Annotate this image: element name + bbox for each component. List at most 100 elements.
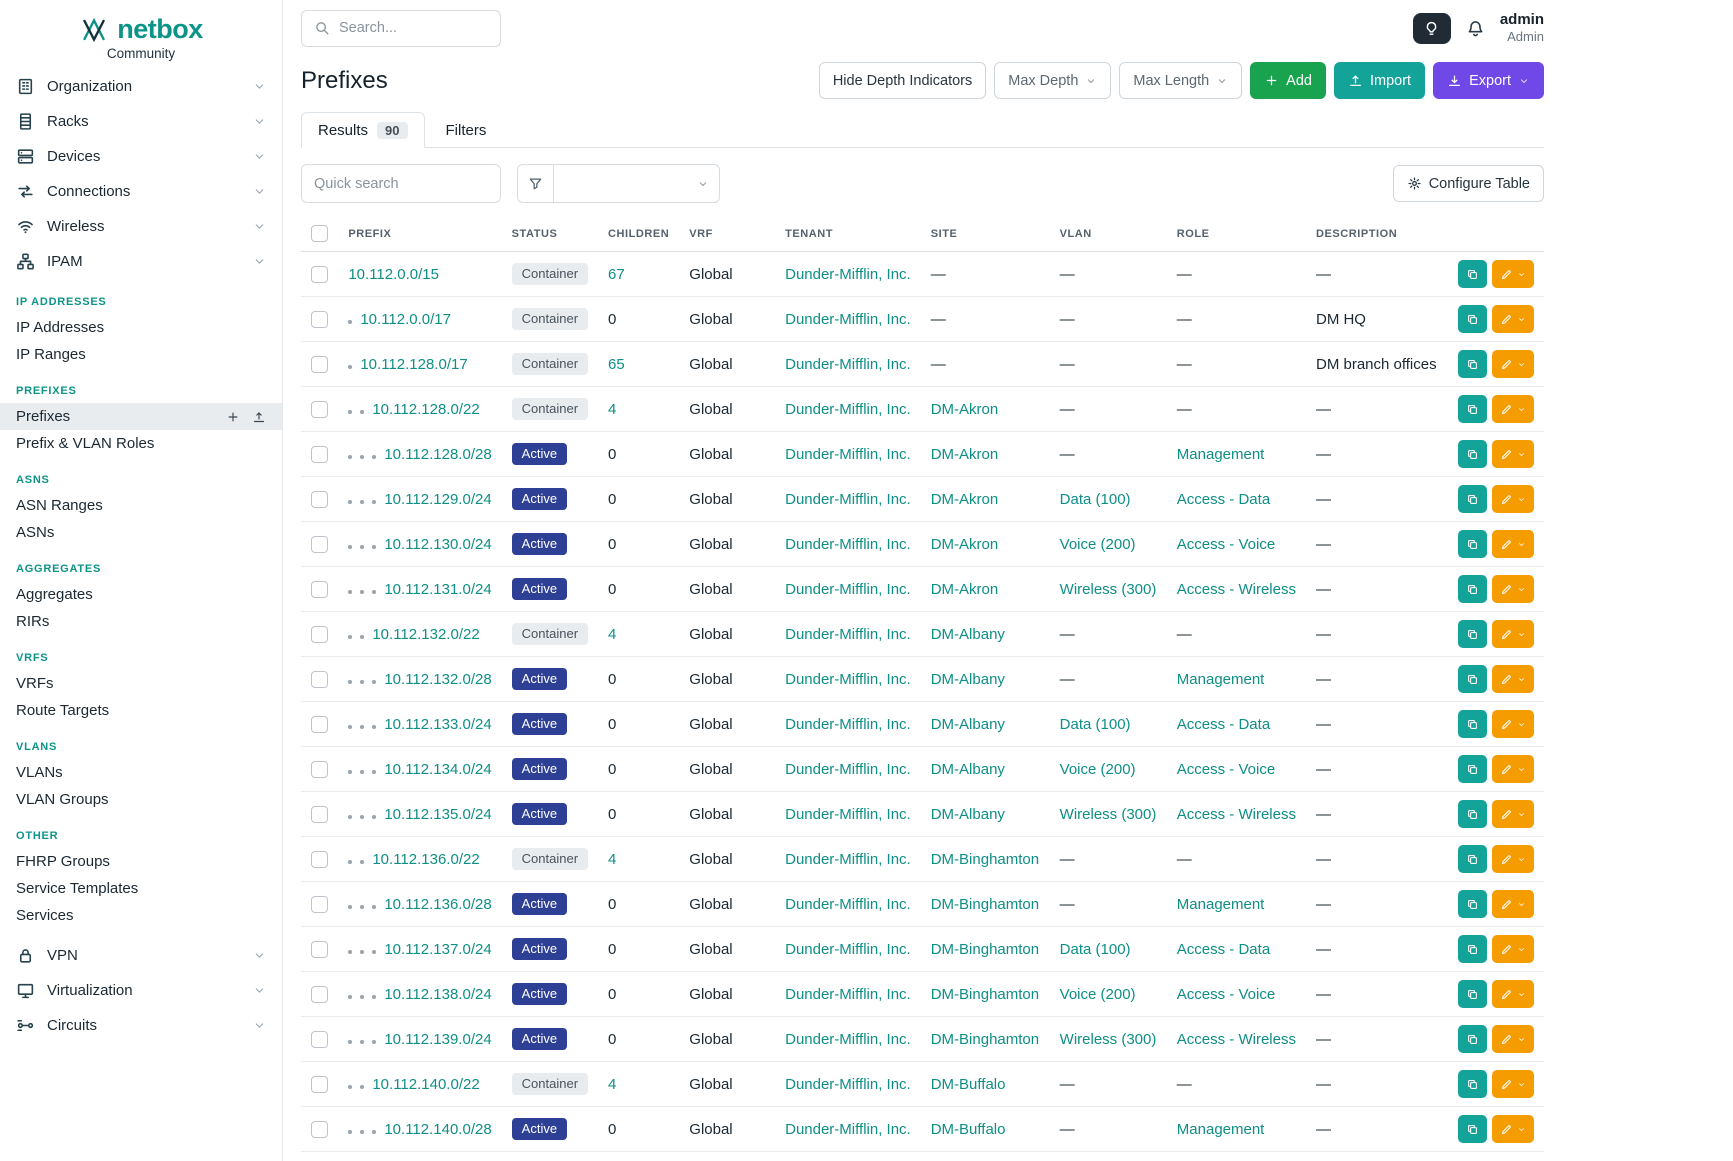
site-link[interactable]: DM-Akron: [931, 401, 999, 418]
prefix-link[interactable]: 10.112.137.0/24: [384, 941, 491, 958]
row-checkbox[interactable]: [311, 986, 328, 1003]
saved-filter-select[interactable]: [554, 164, 720, 203]
column-header-status[interactable]: STATUS: [502, 216, 598, 252]
role-link[interactable]: Access - Voice: [1177, 986, 1275, 1003]
notifications-button[interactable]: [1466, 19, 1485, 38]
role-link[interactable]: Management: [1177, 1121, 1265, 1138]
column-header-prefix[interactable]: PREFIX: [338, 216, 501, 252]
edit-button[interactable]: [1492, 845, 1534, 873]
copy-button[interactable]: [1458, 845, 1487, 873]
edit-button[interactable]: [1492, 260, 1534, 288]
vlan-link[interactable]: Data (100): [1060, 716, 1131, 733]
copy-button[interactable]: [1458, 980, 1487, 1008]
tenant-link[interactable]: Dunder-Mifflin, Inc.: [785, 761, 911, 778]
theme-toggle-button[interactable]: [1413, 13, 1451, 44]
prefix-link[interactable]: 10.112.128.0/22: [372, 401, 479, 418]
prefix-link[interactable]: 10.112.136.0/22: [372, 851, 479, 868]
sidebar-item-circuits[interactable]: Circuits: [0, 1008, 282, 1043]
sidebar-item-ip-ranges[interactable]: IP Ranges: [0, 341, 282, 368]
user-menu[interactable]: admin Admin: [1500, 11, 1544, 46]
prefix-link[interactable]: 10.112.136.0/28: [384, 896, 491, 913]
copy-button[interactable]: [1458, 440, 1487, 468]
column-header-site[interactable]: SITE: [921, 216, 1050, 252]
row-checkbox[interactable]: [311, 761, 328, 778]
role-link[interactable]: Access - Data: [1177, 716, 1270, 733]
site-link[interactable]: DM-Binghamton: [931, 941, 1039, 958]
copy-button[interactable]: [1458, 1025, 1487, 1053]
edit-button[interactable]: [1492, 755, 1534, 783]
row-checkbox[interactable]: [311, 1076, 328, 1093]
prefix-link[interactable]: 10.112.130.0/24: [384, 536, 491, 553]
row-checkbox[interactable]: [311, 851, 328, 868]
tenant-link[interactable]: Dunder-Mifflin, Inc.: [785, 1031, 911, 1048]
tenant-link[interactable]: Dunder-Mifflin, Inc.: [785, 986, 911, 1003]
row-checkbox[interactable]: [311, 311, 328, 328]
column-header-role[interactable]: ROLE: [1167, 216, 1306, 252]
tenant-link[interactable]: Dunder-Mifflin, Inc.: [785, 1121, 911, 1138]
edit-button[interactable]: [1492, 485, 1534, 513]
tab-results[interactable]: Results 90: [301, 112, 425, 148]
edit-button[interactable]: [1492, 665, 1534, 693]
vlan-link[interactable]: Wireless (300): [1060, 581, 1157, 598]
sidebar-item-ipam[interactable]: IPAM: [0, 244, 282, 279]
role-link[interactable]: Management: [1177, 671, 1265, 688]
role-link[interactable]: Access - Wireless: [1177, 806, 1296, 823]
tenant-link[interactable]: Dunder-Mifflin, Inc.: [785, 716, 911, 733]
column-header-vlan[interactable]: VLAN: [1050, 216, 1167, 252]
sidebar-item-asn-ranges[interactable]: ASN Ranges: [0, 492, 282, 519]
copy-button[interactable]: [1458, 350, 1487, 378]
children-link[interactable]: 65: [608, 356, 625, 373]
children-link[interactable]: 4: [608, 1076, 616, 1093]
role-link[interactable]: Access - Data: [1177, 941, 1270, 958]
row-checkbox[interactable]: [311, 1121, 328, 1138]
sidebar-item-vrfs[interactable]: VRFs: [0, 670, 282, 697]
sidebar-item-fhrp-groups[interactable]: FHRP Groups: [0, 848, 282, 875]
row-checkbox[interactable]: [311, 536, 328, 553]
site-link[interactable]: DM-Binghamton: [931, 851, 1039, 868]
edit-button[interactable]: [1492, 980, 1534, 1008]
add-button[interactable]: Add: [1250, 62, 1326, 99]
copy-button[interactable]: [1458, 395, 1487, 423]
brand[interactable]: netbox Community: [0, 0, 282, 69]
tenant-link[interactable]: Dunder-Mifflin, Inc.: [785, 1076, 911, 1093]
add-shortcut-icon[interactable]: [226, 410, 240, 424]
export-button[interactable]: Export: [1433, 62, 1544, 99]
site-link[interactable]: DM-Akron: [931, 581, 999, 598]
row-checkbox[interactable]: [311, 896, 328, 913]
copy-button[interactable]: [1458, 935, 1487, 963]
copy-button[interactable]: [1458, 530, 1487, 558]
prefix-link[interactable]: 10.112.139.0/24: [384, 1031, 491, 1048]
column-header-vrf[interactable]: VRF: [679, 216, 775, 252]
row-checkbox[interactable]: [311, 401, 328, 418]
sidebar-item-organization[interactable]: Organization: [0, 69, 282, 104]
site-link[interactable]: DM-Albany: [931, 626, 1005, 643]
copy-button[interactable]: [1458, 800, 1487, 828]
row-checkbox[interactable]: [311, 1031, 328, 1048]
row-checkbox[interactable]: [311, 491, 328, 508]
sidebar-item-wireless[interactable]: Wireless: [0, 209, 282, 244]
row-checkbox[interactable]: [311, 581, 328, 598]
tenant-link[interactable]: Dunder-Mifflin, Inc.: [785, 941, 911, 958]
edit-button[interactable]: [1492, 1070, 1534, 1098]
prefix-link[interactable]: 10.112.0.0/15: [348, 266, 439, 283]
vlan-link[interactable]: Wireless (300): [1060, 1031, 1157, 1048]
children-link[interactable]: 67: [608, 266, 625, 283]
tenant-link[interactable]: Dunder-Mifflin, Inc.: [785, 851, 911, 868]
tenant-link[interactable]: Dunder-Mifflin, Inc.: [785, 671, 911, 688]
role-link[interactable]: Access - Data: [1177, 491, 1270, 508]
search-input[interactable]: [339, 20, 488, 36]
copy-button[interactable]: [1458, 305, 1487, 333]
edit-button[interactable]: [1492, 350, 1534, 378]
edit-button[interactable]: [1492, 800, 1534, 828]
prefix-link[interactable]: 10.112.128.0/28: [384, 446, 491, 463]
sidebar-item-rirs[interactable]: RIRs: [0, 608, 282, 635]
copy-button[interactable]: [1458, 485, 1487, 513]
tenant-link[interactable]: Dunder-Mifflin, Inc.: [785, 401, 911, 418]
prefix-link[interactable]: 10.112.0.0/17: [360, 311, 451, 328]
sidebar-item-services[interactable]: Services: [0, 902, 282, 929]
tenant-link[interactable]: Dunder-Mifflin, Inc.: [785, 491, 911, 508]
site-link[interactable]: DM-Akron: [931, 491, 999, 508]
edit-button[interactable]: [1492, 1115, 1534, 1143]
prefix-link[interactable]: 10.112.133.0/24: [384, 716, 491, 733]
edit-button[interactable]: [1492, 440, 1534, 468]
